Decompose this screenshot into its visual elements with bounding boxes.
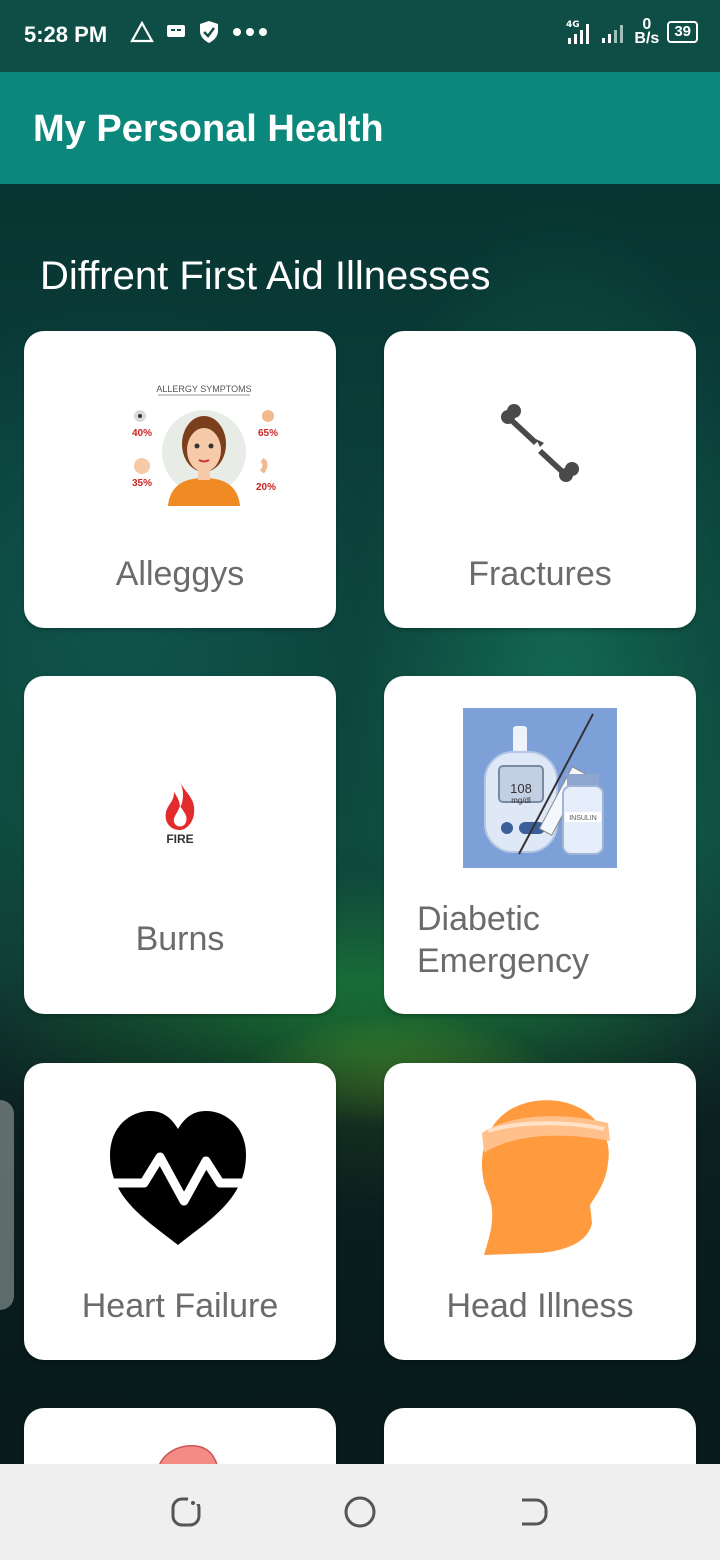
allergy-image-title: ALLERGY SYMPTOMS bbox=[156, 384, 251, 394]
fire-icon-text: FIRE bbox=[166, 832, 193, 846]
card-head-illness[interactable]: Head Illness bbox=[384, 1063, 696, 1360]
meter-value: 108 bbox=[510, 781, 532, 796]
card-label-diabetic-line2: Emergency bbox=[417, 942, 589, 980]
status-time: 5:28 PM bbox=[24, 22, 108, 47]
card-label-head-illness: Head Illness bbox=[446, 1287, 634, 1325]
card-label-diabetic-line1: Diabetic bbox=[417, 900, 540, 938]
card-label-allergies: Alleggys bbox=[115, 555, 245, 593]
glucose-meter-insulin-icon: 108 mg/dl INSULIN bbox=[463, 708, 617, 868]
card-label-fractures: Fractures bbox=[468, 555, 612, 593]
back-icon[interactable] bbox=[516, 1494, 552, 1530]
card-allergies[interactable]: ALLERGY SYMPTOMS 40% 65% 35% 20% Alleggy… bbox=[24, 331, 336, 628]
card-heart-failure[interactable]: Heart Failure bbox=[24, 1063, 336, 1360]
shield-check-icon bbox=[200, 21, 218, 43]
card-burns[interactable]: FIRE Burns bbox=[24, 676, 336, 1014]
allergy-stat-4: 20% bbox=[256, 482, 276, 493]
app-bar: My Personal Health bbox=[0, 72, 720, 184]
vial-label: INSULIN bbox=[569, 815, 597, 822]
meter-unit: mg/dl bbox=[511, 796, 531, 805]
status-bar: 5:28 PM 4G 0 B/s 39 bbox=[0, 0, 720, 72]
recents-icon[interactable] bbox=[168, 1494, 204, 1530]
card-label-heart-failure: Heart Failure bbox=[81, 1287, 279, 1325]
allergy-symptoms-icon: ALLERGY SYMPTOMS 40% 65% 35% 20% bbox=[132, 384, 278, 506]
card-label-burns: Burns bbox=[135, 920, 225, 958]
broken-bone-icon bbox=[501, 404, 579, 482]
allergy-stat-2: 65% bbox=[258, 428, 278, 439]
allergy-stat-3: 35% bbox=[132, 478, 152, 489]
data-rate: 0 B/s bbox=[634, 17, 660, 47]
card-diabetic-emergency[interactable]: 108 mg/dl INSULIN Diabetic Emergency bbox=[384, 676, 696, 1014]
message-icon bbox=[167, 25, 185, 37]
data-rate-unit: B/s bbox=[634, 30, 660, 47]
app-title: My Personal Health bbox=[33, 108, 384, 150]
edge-panel-handle[interactable] bbox=[0, 1100, 14, 1310]
section-title: Diffrent First Aid Illnesses bbox=[40, 254, 491, 298]
network-type-text: 4G bbox=[566, 20, 580, 30]
signal-4g-icon: 4G bbox=[566, 20, 590, 44]
home-icon[interactable] bbox=[342, 1494, 378, 1530]
fire-icon: FIRE bbox=[165, 782, 195, 846]
bandaged-head-icon bbox=[481, 1100, 610, 1255]
heart-pulse-icon bbox=[110, 1111, 246, 1245]
status-system-icons: 4G 0 B/s 39 bbox=[566, 17, 698, 47]
status-notification-icons bbox=[130, 20, 268, 44]
battery-indicator: 39 bbox=[667, 21, 698, 43]
more-dots-icon bbox=[233, 28, 267, 36]
card-fractures[interactable]: Fractures bbox=[384, 331, 696, 628]
alert-triangle-icon bbox=[130, 21, 154, 43]
signal-bars-icon bbox=[602, 25, 624, 43]
allergy-stat-1: 40% bbox=[132, 428, 152, 439]
navigation-bar bbox=[0, 1464, 720, 1560]
